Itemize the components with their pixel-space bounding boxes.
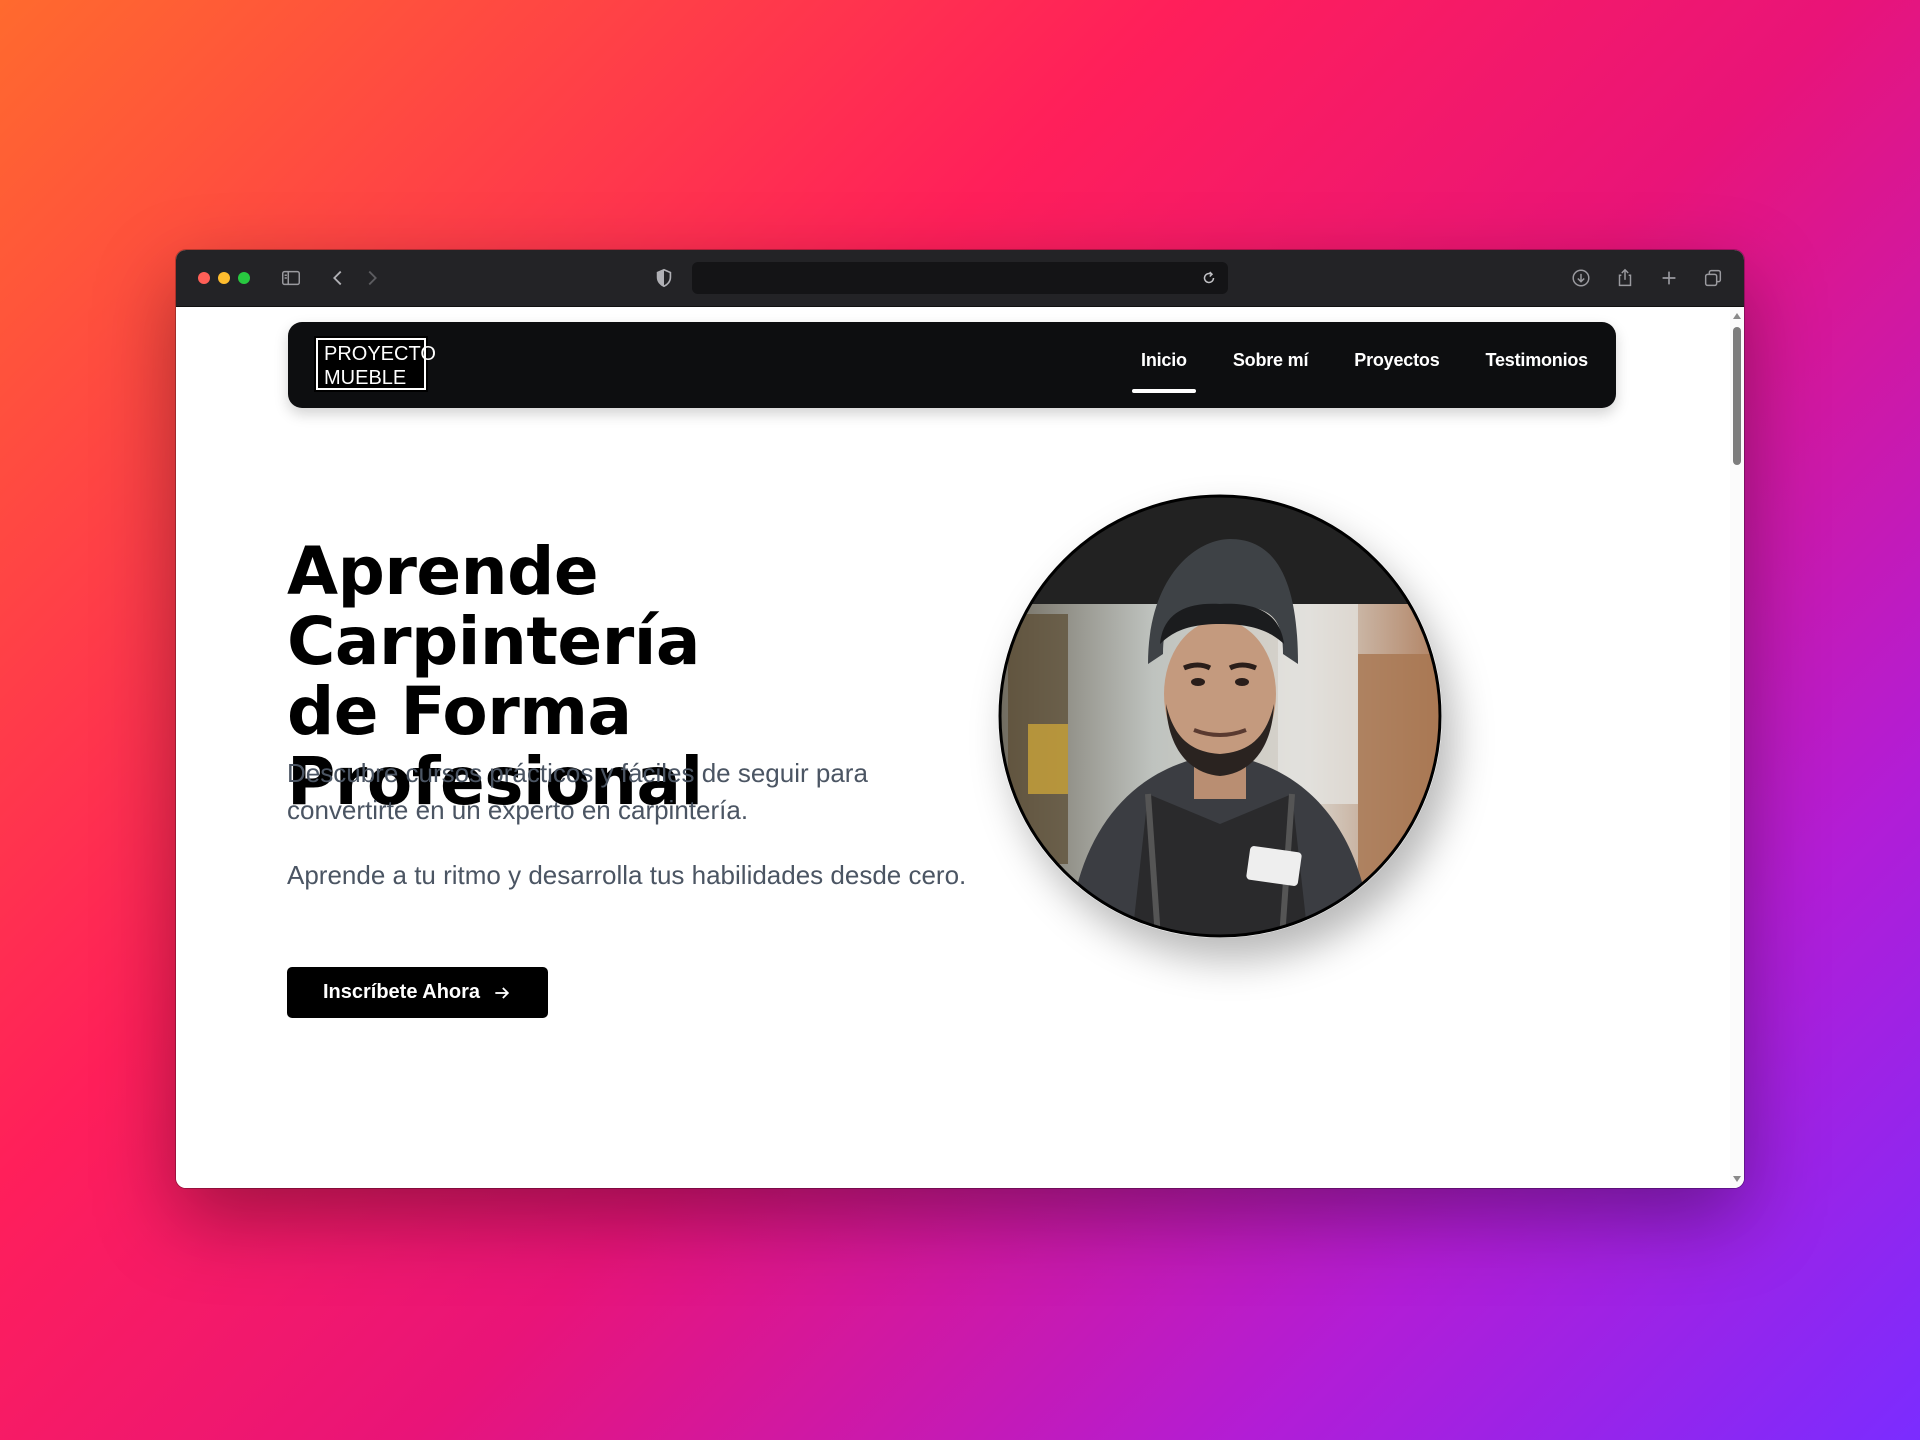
maximize-window-button[interactable]	[238, 272, 250, 284]
nav-link-inicio[interactable]: Inicio	[1132, 350, 1196, 393]
instructor-portrait	[998, 494, 1442, 938]
scrollbar-thumb[interactable]	[1733, 327, 1741, 465]
reload-icon[interactable]	[1200, 269, 1218, 287]
vertical-scrollbar[interactable]	[1730, 307, 1744, 1188]
nav-link-testimonios[interactable]: Testimonios	[1486, 350, 1589, 371]
back-icon[interactable]	[326, 266, 350, 290]
privacy-shield-icon[interactable]	[652, 266, 676, 290]
hero-title-line-2: de Forma	[287, 673, 632, 750]
tab-overview-icon[interactable]	[1701, 266, 1725, 290]
new-tab-icon[interactable]	[1657, 266, 1681, 290]
address-bar[interactable]	[692, 262, 1228, 294]
site-navbar: PROYECTO MUEBLE Inicio Sobre mí Proyecto…	[288, 322, 1616, 408]
downloads-icon[interactable]	[1569, 266, 1593, 290]
scroll-up-arrow[interactable]	[1733, 313, 1741, 319]
logo-line-2: MUEBLE	[324, 367, 407, 389]
enroll-button[interactable]: Inscríbete Ahora	[287, 967, 548, 1018]
close-window-button[interactable]	[198, 272, 210, 284]
arrow-right-icon	[495, 986, 510, 999]
hero-subdescription: Aprende a tu ritmo y desarrolla tus habi…	[287, 860, 967, 890]
nav-link-sobre-mi[interactable]: Sobre mí	[1233, 350, 1309, 371]
share-icon[interactable]	[1613, 266, 1637, 290]
browser-window: PROYECTO MUEBLE Inicio Sobre mí Proyecto…	[176, 250, 1744, 1188]
nav-link-proyectos[interactable]: Proyectos	[1354, 350, 1439, 371]
enroll-button-label: Inscríbete Ahora	[322, 981, 481, 1003]
minimize-window-button[interactable]	[218, 272, 230, 284]
hero-description: Descubre cursos prácticos y fáciles de s…	[287, 758, 868, 825]
site-logo[interactable]: PROYECTO MUEBLE	[314, 336, 436, 392]
scroll-down-arrow[interactable]	[1733, 1176, 1741, 1182]
forward-icon[interactable]	[360, 266, 384, 290]
browser-toolbar	[176, 250, 1744, 307]
logo-line-1: PROYECTO	[324, 343, 436, 365]
logo-box: PROYECTO MUEBLE	[316, 338, 436, 390]
page-content: PROYECTO MUEBLE Inicio Sobre mí Proyecto…	[176, 307, 1744, 1188]
nav-links: Inicio Sobre mí Proyectos Testimonios	[1132, 350, 1589, 393]
hero-title-line-1: Aprende Carpintería	[287, 533, 700, 680]
sidebar-toggle-icon[interactable]	[279, 266, 303, 290]
